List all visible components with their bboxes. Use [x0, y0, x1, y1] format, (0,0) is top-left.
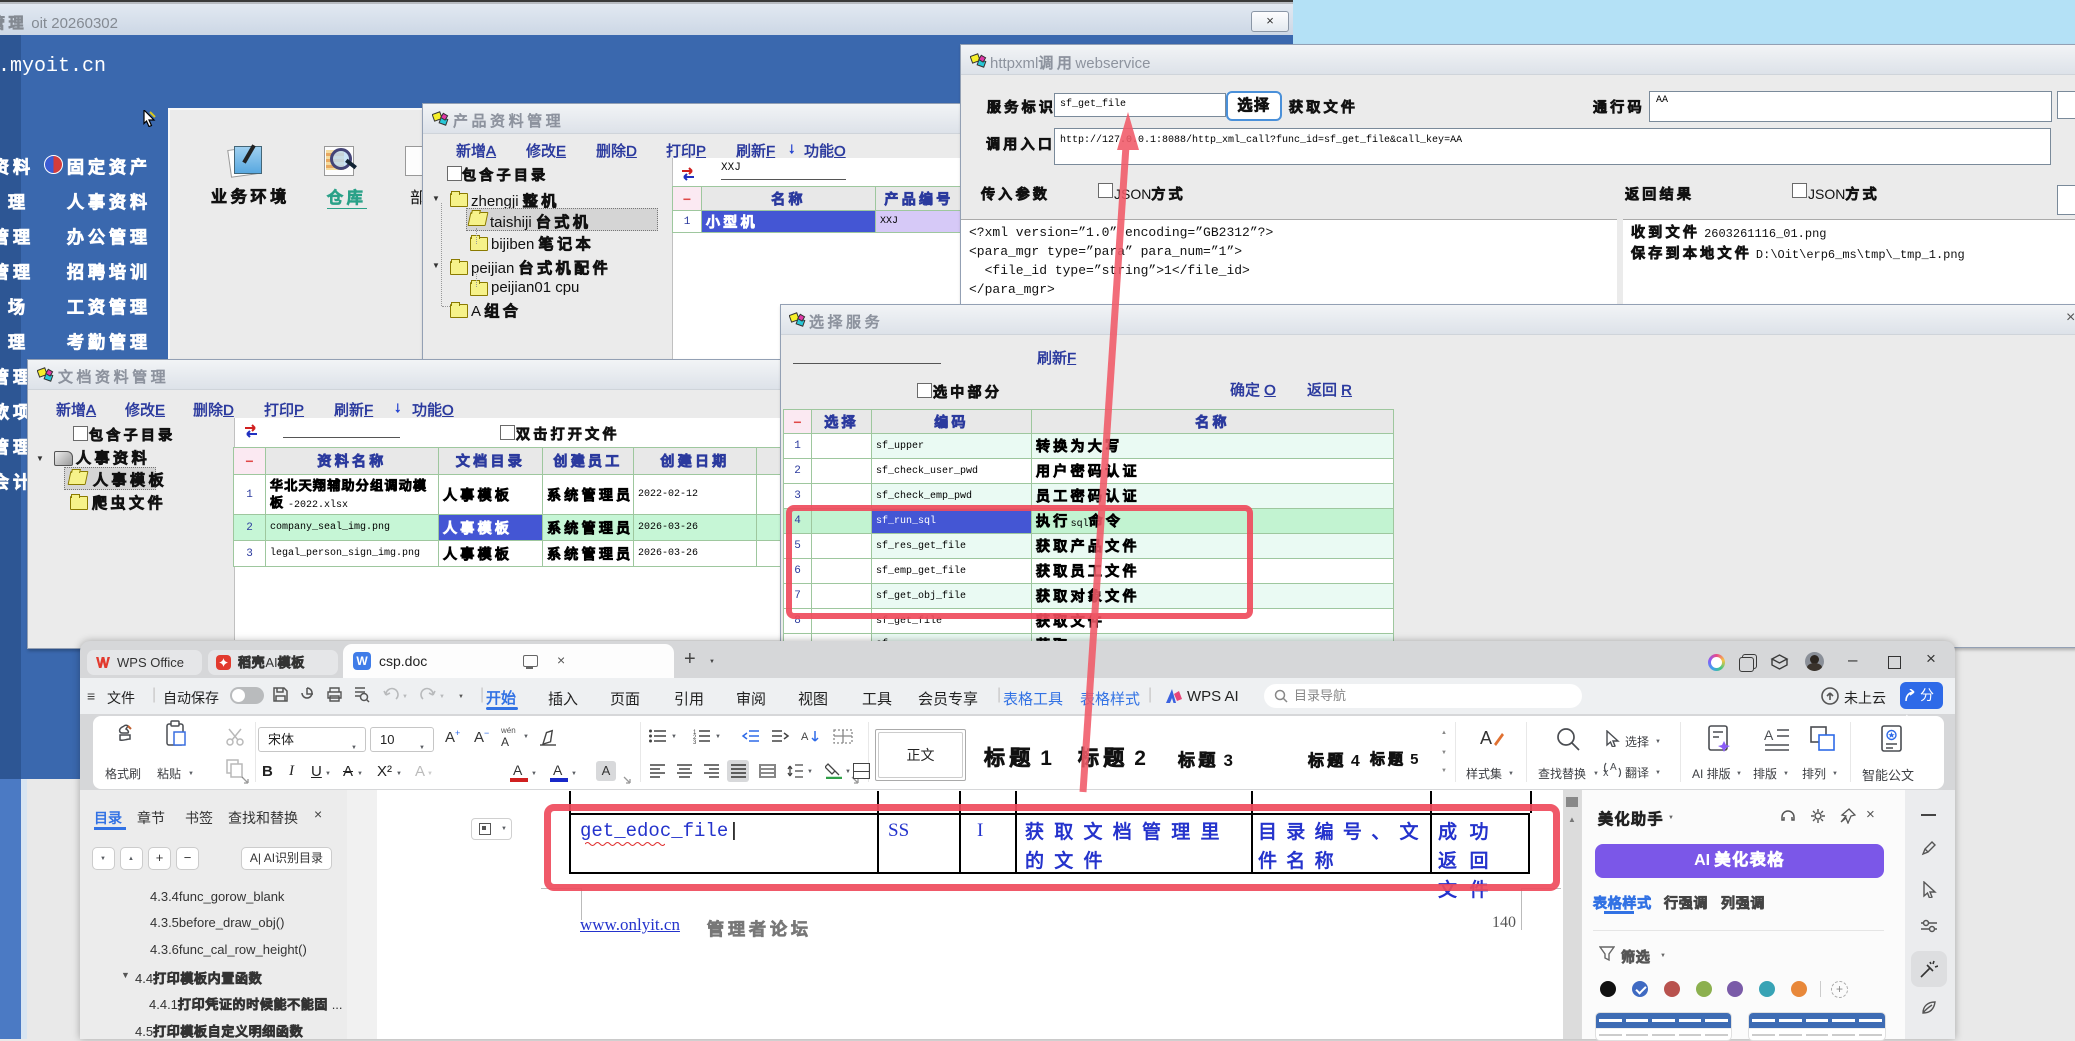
svg-text:A: A	[801, 731, 809, 743]
svg-text:3: 3	[693, 740, 697, 744]
svg-text:x: x	[1603, 767, 1609, 779]
svg-text:A: A	[1480, 728, 1492, 748]
svg-text:A: A	[1764, 727, 1774, 743]
svg-text:A: A	[1610, 762, 1617, 773]
